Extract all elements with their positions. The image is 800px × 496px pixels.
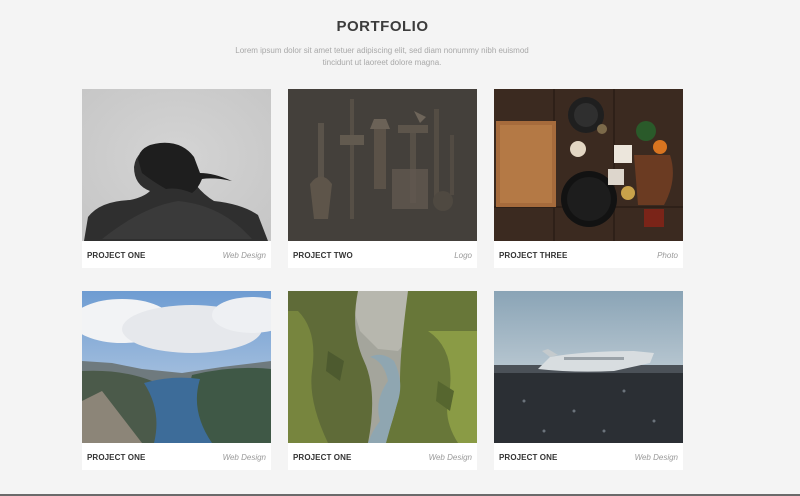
- project-image-woman[interactable]: [82, 89, 271, 241]
- project-image-fjord[interactable]: [82, 291, 271, 443]
- project-title: PROJECT THREE: [499, 251, 568, 260]
- page-title: PORTFOLIO: [336, 18, 429, 35]
- project-title: PROJECT TWO: [293, 251, 353, 260]
- portfolio-card[interactable]: PROJECT ONE Web Design: [494, 291, 683, 470]
- project-category: Web Design: [428, 453, 472, 462]
- project-image-kitchen[interactable]: [494, 89, 683, 241]
- project-category: Web Design: [222, 453, 266, 462]
- project-title: PROJECT ONE: [87, 453, 146, 462]
- portfolio-card[interactable]: PROJECT ONE Web Design: [288, 291, 477, 470]
- project-title: PROJECT ONE: [499, 453, 558, 462]
- portfolio-card[interactable]: PROJECT TWO Logo: [288, 89, 477, 268]
- project-title: PROJECT ONE: [87, 251, 146, 260]
- portfolio-card[interactable]: PROJECT ONE Web Design: [82, 89, 271, 268]
- page-subtitle: Lorem ipsum dolor sit amet tetuer adipis…: [235, 46, 529, 67]
- project-image-plane[interactable]: [494, 291, 683, 443]
- project-category: Web Design: [634, 453, 678, 462]
- project-image-tools[interactable]: [288, 89, 477, 241]
- project-image-canyon[interactable]: [288, 291, 477, 443]
- project-title: PROJECT ONE: [293, 453, 352, 462]
- portfolio-card[interactable]: PROJECT THREE Photo: [494, 89, 683, 268]
- project-category: Web Design: [222, 251, 266, 260]
- project-category: Photo: [657, 251, 678, 260]
- project-category: Logo: [454, 251, 472, 260]
- portfolio-card[interactable]: PROJECT ONE Web Design: [82, 291, 271, 470]
